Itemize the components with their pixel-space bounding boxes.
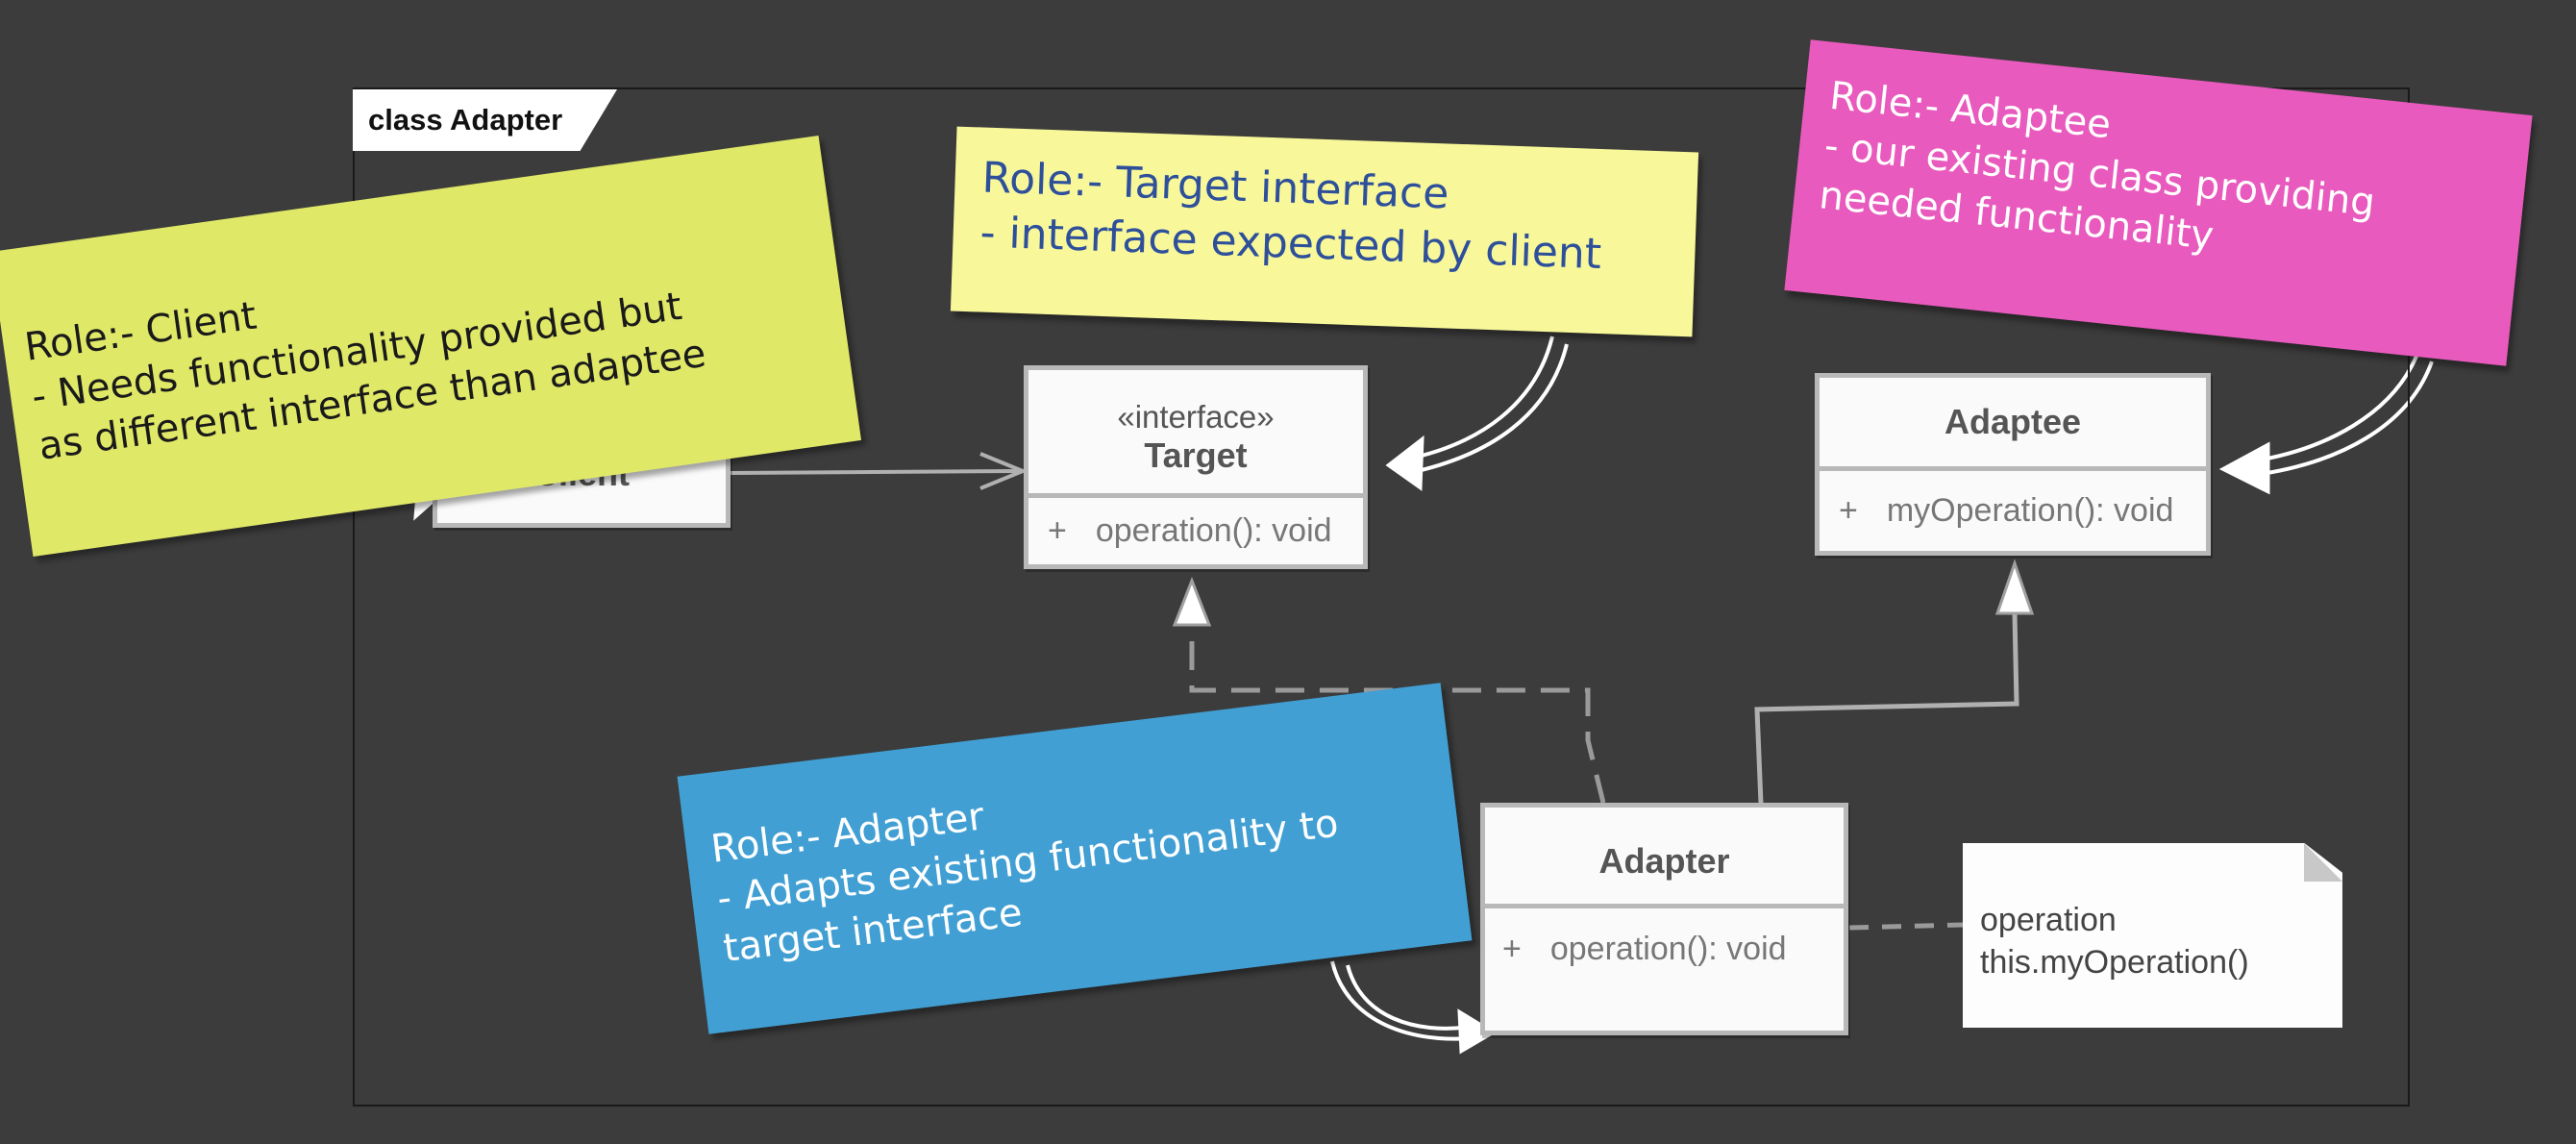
frame-title: class Adapter	[353, 89, 617, 151]
interface-stereotype: «interface»	[1117, 399, 1275, 435]
operation-visibility: +	[1839, 492, 1858, 529]
note-line-2: this.myOperation()	[1980, 944, 2249, 981]
class-adapter-operations: + operation(): void	[1485, 904, 1844, 990]
class-adaptee-operations: + myOperation(): void	[1820, 466, 2206, 551]
note-line-1: operation	[1980, 902, 2117, 938]
class-adapter[interactable]: Adapter + operation(): void	[1480, 803, 1848, 1035]
interface-target-name: Target	[1144, 435, 1248, 475]
implementation-note[interactable]: operation this.myOperation()	[1963, 843, 2342, 1028]
class-adaptee-name: Adaptee	[1944, 402, 2082, 441]
interface-target-operations: + operation(): void	[1028, 493, 1363, 564]
class-adaptee[interactable]: Adaptee + myOperation(): void	[1815, 373, 2211, 556]
uml-diagram: class Adapter Client «interface» Target …	[0, 0, 2576, 1144]
interface-target[interactable]: «interface» Target + operation(): void	[1024, 365, 1368, 569]
operation-signature: operation(): void	[1095, 512, 1332, 549]
operation-signature: myOperation(): void	[1886, 492, 2174, 529]
sticky-note-target-role: Role:- Target interface - interface expe…	[950, 126, 1699, 337]
interface-target-header: «interface» Target	[1028, 370, 1363, 493]
operation-signature: operation(): void	[1549, 931, 1787, 967]
class-adapter-name: Adapter	[1598, 841, 1730, 881]
operation-visibility: +	[1502, 931, 1522, 967]
operation-visibility: +	[1048, 512, 1067, 549]
